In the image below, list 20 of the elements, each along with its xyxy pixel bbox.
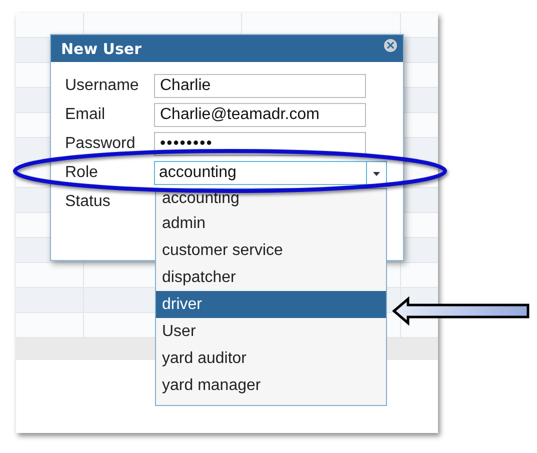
field-label: Role <box>65 164 99 182</box>
dropdown-option[interactable]: accounting <box>156 189 386 210</box>
password-field[interactable]: •••••••• <box>154 132 366 156</box>
dropdown-option[interactable]: dispatcher <box>156 264 386 291</box>
arrow-icon <box>392 296 530 326</box>
field-label: Password <box>65 135 136 153</box>
dropdown-option[interactable]: customer service <box>156 237 386 264</box>
field-label: Email <box>65 106 106 124</box>
dropdown-option[interactable]: admin <box>156 210 386 237</box>
dropdown-option[interactable]: User <box>156 318 386 345</box>
dropdown-option[interactable]: yard auditor <box>156 345 386 372</box>
dialog-title: New User <box>61 40 142 58</box>
close-button[interactable]: × <box>384 39 397 52</box>
text-field[interactable]: Charlie <box>154 74 366 98</box>
field-label: Username <box>65 77 140 95</box>
field-label: Status <box>65 193 112 211</box>
dropdown-option[interactable]: driver <box>156 291 386 318</box>
role-dropdown[interactable]: accounting <box>154 161 387 185</box>
dropdown-option[interactable]: yard manager <box>156 372 386 399</box>
text-field[interactable]: Charlie@teamadr.com <box>154 103 366 127</box>
